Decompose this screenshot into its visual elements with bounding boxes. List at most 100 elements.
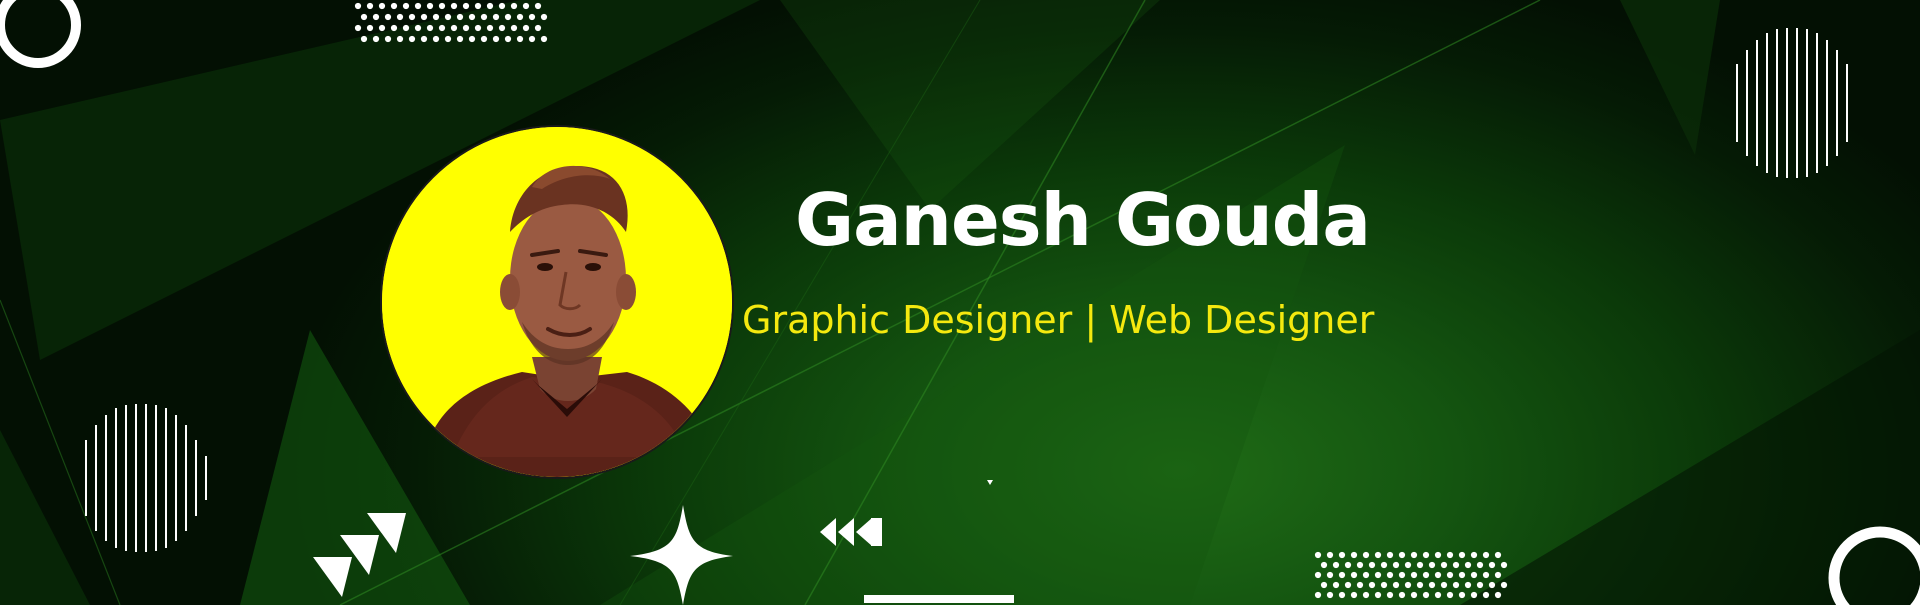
dot <box>1374 571 1382 579</box>
dot <box>1446 551 1454 559</box>
dot <box>1344 581 1352 589</box>
dot <box>1380 581 1388 589</box>
dot <box>1392 581 1400 589</box>
dot <box>1500 561 1508 569</box>
dot <box>1434 551 1442 559</box>
dot <box>1428 561 1436 569</box>
dot <box>1422 591 1430 599</box>
dot <box>1428 581 1436 589</box>
dot <box>1326 591 1334 599</box>
dot <box>1464 581 1472 589</box>
dot <box>378 24 386 32</box>
dot <box>420 35 428 43</box>
dot <box>444 35 452 43</box>
dot <box>510 2 518 10</box>
dot <box>1338 591 1346 599</box>
dot <box>378 2 386 10</box>
dot <box>1440 581 1448 589</box>
dot <box>408 13 416 21</box>
small-marker-icon <box>987 480 993 485</box>
dot <box>1452 581 1460 589</box>
dot <box>444 13 452 21</box>
dot <box>450 2 458 10</box>
dot <box>420 13 428 21</box>
dot <box>426 2 434 10</box>
sparkle-star-icon <box>630 505 733 605</box>
dot <box>534 2 542 10</box>
dot <box>1422 551 1430 559</box>
dot <box>1410 551 1418 559</box>
dot <box>372 35 380 43</box>
dot <box>1482 551 1490 559</box>
dot <box>492 13 500 21</box>
dot <box>1386 591 1394 599</box>
dot <box>1314 591 1322 599</box>
dot <box>498 24 506 32</box>
dot <box>366 2 374 10</box>
dot <box>450 24 458 32</box>
dot <box>1374 551 1382 559</box>
dot <box>492 35 500 43</box>
dot <box>1494 551 1502 559</box>
dot <box>522 2 530 10</box>
dot <box>504 35 512 43</box>
dot <box>1392 561 1400 569</box>
dot <box>1344 561 1352 569</box>
dot <box>1458 571 1466 579</box>
dot <box>384 35 392 43</box>
dot <box>462 24 470 32</box>
dot <box>1350 591 1358 599</box>
ring-icon <box>0 0 81 68</box>
dot <box>1326 551 1334 559</box>
dot <box>1398 571 1406 579</box>
dot <box>1338 571 1346 579</box>
dot <box>1404 581 1412 589</box>
dot <box>1500 581 1508 589</box>
dot <box>1362 571 1370 579</box>
dot <box>438 2 446 10</box>
dot <box>1446 591 1454 599</box>
dot <box>1368 581 1376 589</box>
dot <box>390 24 398 32</box>
dot <box>1350 551 1358 559</box>
dot <box>1434 571 1442 579</box>
dot <box>1458 591 1466 599</box>
dot <box>510 24 518 32</box>
triangle-arrows-icon <box>313 513 406 597</box>
avatar-portrait <box>382 127 732 477</box>
dot <box>1452 561 1460 569</box>
dot <box>354 24 362 32</box>
dot <box>1380 561 1388 569</box>
dot <box>1362 551 1370 559</box>
dot <box>1386 571 1394 579</box>
dot <box>516 35 524 43</box>
dot <box>474 24 482 32</box>
dot <box>1464 561 1472 569</box>
dot <box>396 13 404 21</box>
dot <box>366 24 374 32</box>
dot <box>1398 551 1406 559</box>
dot <box>426 24 434 32</box>
dot <box>498 2 506 10</box>
dot <box>1440 561 1448 569</box>
dot <box>480 35 488 43</box>
dot <box>1416 561 1424 569</box>
dot <box>1488 561 1496 569</box>
striped-circle <box>85 404 207 552</box>
dot <box>1476 581 1484 589</box>
dot <box>1446 571 1454 579</box>
dot <box>360 35 368 43</box>
dot <box>390 2 398 10</box>
dot <box>504 13 512 21</box>
dot <box>462 2 470 10</box>
dot <box>1482 571 1490 579</box>
dot <box>486 24 494 32</box>
dot <box>1434 591 1442 599</box>
dot <box>402 2 410 10</box>
dot <box>540 35 548 43</box>
dot <box>480 13 488 21</box>
dot <box>1338 551 1346 559</box>
dot <box>540 13 548 21</box>
dot <box>1320 561 1328 569</box>
dot <box>1314 551 1322 559</box>
